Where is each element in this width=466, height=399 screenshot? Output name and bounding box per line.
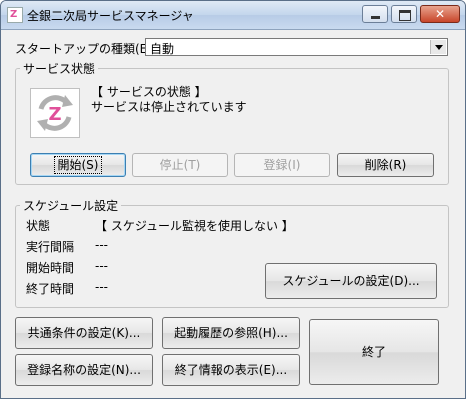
schedule-start-label: 開始時間 bbox=[26, 261, 75, 275]
startup-type-value: 自動 bbox=[150, 42, 175, 56]
schedule-group-title: スケジュール設定 bbox=[20, 197, 122, 214]
common-settings-button[interactable]: 共通条件の設定(K)... bbox=[15, 317, 153, 349]
schedule-interval-value: --- bbox=[95, 238, 108, 252]
start-button[interactable]: 開始(S) bbox=[30, 153, 126, 177]
schedule-end-value: --- bbox=[95, 280, 108, 294]
registration-name-button[interactable]: 登録名称の設定(N)... bbox=[15, 354, 153, 386]
main-window: Z 全銀二次局サービスマネージャ ✕ スタートアップの種類(E): 自動 サービ… bbox=[0, 0, 466, 399]
delete-button[interactable]: 削除(R) bbox=[337, 153, 434, 177]
stop-button[interactable]: 停止(T) bbox=[132, 153, 228, 177]
svg-text:Z: Z bbox=[48, 104, 61, 125]
schedule-interval-label: 実行間隔 bbox=[26, 240, 75, 254]
service-refresh-icon: Z bbox=[30, 88, 80, 138]
history-button[interactable]: 起動履歴の参照(H)... bbox=[162, 317, 300, 349]
maximize-button[interactable] bbox=[391, 5, 417, 23]
schedule-state-label: 状態 bbox=[26, 219, 51, 233]
exit-button[interactable]: 終了 bbox=[309, 319, 439, 385]
maximize-icon bbox=[392, 6, 416, 22]
window-title: 全銀二次局サービスマネージャ bbox=[27, 9, 194, 23]
close-icon: ✕ bbox=[434, 7, 446, 21]
schedule-state-value: 【 スケジュール監視を使用しない 】 bbox=[95, 219, 294, 233]
service-status-group-title: サービス状態 bbox=[20, 60, 99, 77]
minimize-button[interactable] bbox=[362, 5, 388, 23]
service-status-text: サービスは停止されています bbox=[91, 100, 247, 114]
schedule-settings-button[interactable]: スケジュールの設定(D)... bbox=[265, 263, 437, 299]
startup-type-label: スタートアップの種類(E): bbox=[15, 42, 156, 56]
startup-type-select[interactable]: 自動 bbox=[145, 38, 448, 56]
end-info-button[interactable]: 終了情報の表示(E)... bbox=[162, 354, 300, 386]
schedule-end-label: 終了時間 bbox=[26, 282, 75, 296]
minimize-icon bbox=[363, 6, 387, 22]
app-icon: Z bbox=[7, 7, 23, 23]
register-button[interactable]: 登録(I) bbox=[234, 153, 330, 177]
title-bar[interactable]: Z 全銀二次局サービスマネージャ ✕ bbox=[1, 1, 465, 30]
close-button[interactable]: ✕ bbox=[420, 5, 460, 23]
chevron-down-icon[interactable] bbox=[430, 40, 446, 54]
schedule-start-value: --- bbox=[95, 259, 108, 273]
